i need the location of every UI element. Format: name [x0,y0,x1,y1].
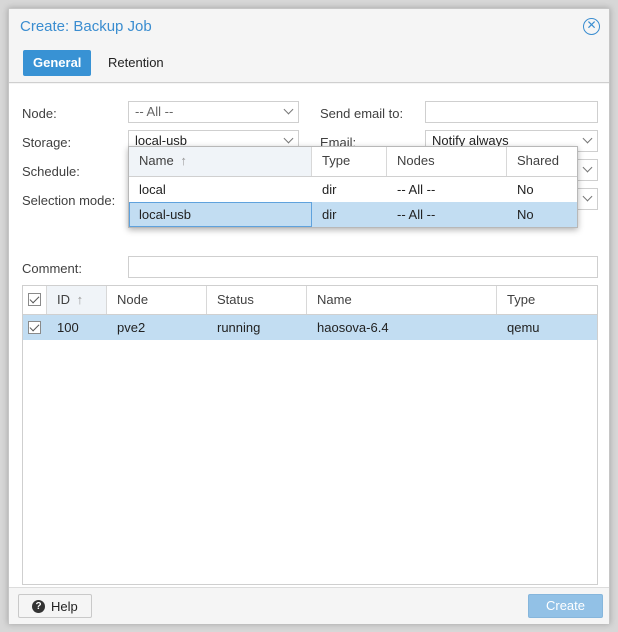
dialog-body: Node: -- All -- Storage: local-usb Sched… [9,84,609,587]
guest-type: qemu [507,320,540,335]
node-label: Node: [22,106,57,121]
storage-option-shared: No [517,182,534,197]
backup-job-dialog: Create: Backup Job ✕ General Retention N… [8,8,610,624]
sort-up-icon: ↑ [76,292,84,307]
help-button[interactable]: ? Help [18,594,92,618]
chevron-down-icon[interactable] [582,162,593,173]
tab-general[interactable]: General [23,50,92,76]
storage-dropdown-header: Name ↑ Type Nodes Shared [129,147,577,177]
create-button[interactable]: Create [528,594,603,618]
tab-retention[interactable]: Retention [98,50,174,76]
storage-option-name: local-usb [139,207,192,222]
guest-grid: ID ↑ Node Status Name Type 100 pve2 runn… [22,285,598,585]
comment-input[interactable] [128,256,598,278]
chevron-down-icon[interactable] [582,133,593,144]
node-select[interactable]: -- All -- [128,101,299,123]
storage-dropdown: Name ↑ Type Nodes Shared local dir -- Al… [128,146,578,228]
storage-option-shared: No [517,207,534,222]
guest-name: haosova-6.4 [317,320,389,335]
dialog-footer: ? Help Create [9,587,609,624]
column-header-name[interactable]: Name [307,286,497,314]
checkbox-checked-icon[interactable] [28,293,41,306]
column-header-id[interactable]: ID ↑ [47,286,107,314]
guest-node: pve2 [117,320,146,335]
row-checkbox-cell[interactable] [23,315,47,340]
comment-label: Comment: [22,261,82,276]
storage-label: Storage: [22,135,72,150]
help-icon: ? [32,600,45,613]
storage-option-type: dir [322,207,337,222]
storage-option-row[interactable]: local dir -- All -- No [129,177,577,202]
chevron-down-icon[interactable] [283,104,294,115]
send-email-input[interactable] [425,101,598,123]
storage-option-type: dir [322,182,337,197]
guest-status: running [217,320,261,335]
dialog-header: Create: Backup Job ✕ [9,9,609,43]
chevron-down-icon[interactable] [582,191,593,202]
checkbox-checked-icon[interactable] [28,321,41,334]
help-button-label: Help [51,599,78,614]
select-all-column[interactable] [23,286,47,314]
selection-mode-label: Selection mode: [22,193,116,208]
close-icon[interactable]: ✕ [583,18,600,35]
table-row[interactable]: 100 pve2 running haosova-6.4 qemu [23,315,597,340]
tab-bar: General Retention [9,43,609,83]
guest-grid-header: ID ↑ Node Status Name Type [23,286,597,315]
chevron-down-icon[interactable] [283,133,294,144]
column-header-type[interactable]: Type [497,286,597,314]
storage-option-row-selected[interactable]: local-usb dir -- All -- No [129,202,577,227]
node-select-value: -- All -- [135,104,174,119]
column-header-node[interactable]: Node [107,286,207,314]
storage-option-name: local [139,182,166,197]
sort-up-icon: ↑ [180,153,187,168]
guest-id: 100 [57,320,79,335]
storage-option-nodes: -- All -- [397,207,436,222]
column-header-shared[interactable]: Shared [507,147,577,176]
column-header-status[interactable]: Status [207,286,307,314]
column-header-type[interactable]: Type [312,147,387,176]
column-header-nodes[interactable]: Nodes [387,147,507,176]
dialog-title: Create: Backup Job [20,18,152,35]
storage-option-nodes: -- All -- [397,182,436,197]
column-header-name[interactable]: Name ↑ [129,147,312,176]
send-email-label: Send email to: [320,106,404,121]
schedule-label: Schedule: [22,164,80,179]
